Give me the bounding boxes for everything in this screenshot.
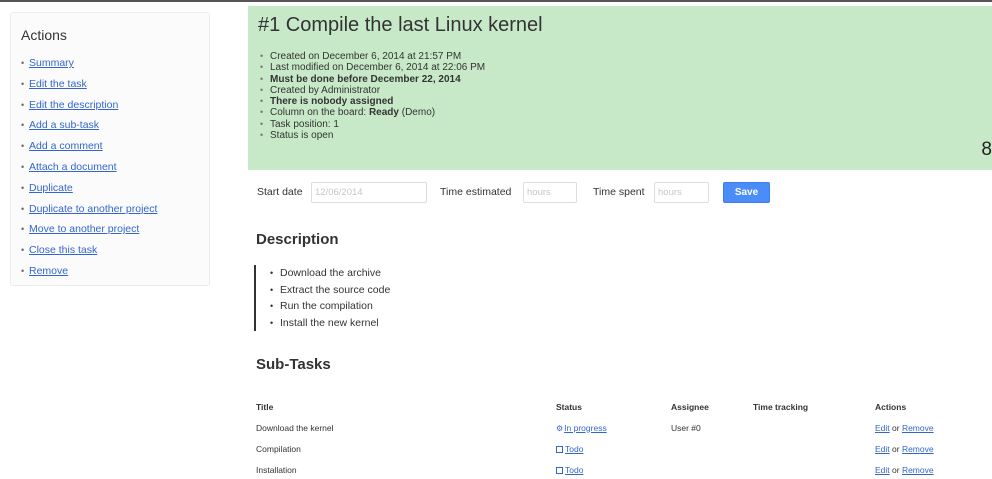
remove-task-link[interactable]: Remove [29, 265, 68, 277]
actions-sidebar: Actions Summary Edit the task Edit the d… [10, 12, 210, 286]
time-spent-input[interactable] [654, 182, 709, 203]
assignee-text: There is nobody assigned [270, 96, 394, 108]
column-suffix: (Demo) [398, 107, 436, 119]
sidebar-item-add-subtask: Add a sub-task [21, 115, 199, 136]
sidebar-item-edit-task: Edit the task [21, 74, 199, 95]
sidebar-item-duplicate: Duplicate [21, 178, 199, 199]
subtask-assignee: User #0 [671, 422, 701, 433]
time-estimated-label: Time estimated [440, 186, 512, 198]
description-item: Download the archive [270, 265, 554, 282]
truncated-number: 8 [981, 139, 992, 160]
col-header-actions: Actions [875, 401, 907, 412]
actions-separator: or [889, 443, 902, 454]
col-header-time-tracking: Time tracking [753, 401, 809, 412]
subtask-assignee [671, 459, 753, 479]
table-header-row: Title Status Assignee Time tracking Acti… [256, 396, 992, 417]
start-date-label: Start date [257, 186, 303, 198]
actions-separator: or [889, 464, 902, 475]
time-spent-label: Time spent [593, 186, 645, 198]
task-position: Task position: 1 [258, 119, 982, 131]
sidebar-item-close-task: Close this task [21, 240, 199, 261]
description-heading: Description [256, 231, 339, 248]
save-button[interactable]: Save [723, 182, 770, 203]
time-tracking-form: Start date Time estimated Time spent Sav… [257, 182, 797, 204]
table-row: Installation Todo Edit or Remove [256, 459, 992, 479]
modified-date: Last modified on December 6, 2014 at 22:… [258, 62, 982, 74]
subtask-edit-link[interactable]: Edit [875, 465, 890, 475]
subtask-status-link[interactable]: In progress [564, 423, 607, 433]
sidebar-item-duplicate-project: Duplicate to another project [21, 199, 199, 220]
square-icon [556, 466, 563, 474]
board-column: Column on the board: Ready (Demo) [258, 107, 982, 119]
subtask-time-tracking [753, 417, 875, 438]
assignee-info: There is nobody assigned [258, 96, 982, 108]
duplicate-link[interactable]: Duplicate [29, 182, 73, 194]
sidebar-title: Actions [21, 27, 67, 43]
subtask-status-cell: ⚙In progress [556, 417, 671, 438]
summary-link[interactable]: Summary [29, 57, 74, 69]
subtask-status-cell: Todo [556, 459, 671, 479]
task-summary-box: #1 Compile the last Linux kernel Created… [248, 6, 992, 170]
description-block: Download the archive Extract the source … [254, 265, 554, 331]
subtasks-heading: Sub-Tasks [256, 356, 331, 373]
subtask-actions-cell: Edit or Remove [875, 459, 992, 479]
description-item: Install the new kernel [270, 315, 554, 332]
close-task-link[interactable]: Close this task [29, 244, 97, 256]
duplicate-to-project-link[interactable]: Duplicate to another project [29, 203, 157, 215]
description-item: Run the compilation [270, 298, 554, 315]
task-details-list: Created on December 6, 2014 at 21:57 PM … [258, 51, 982, 142]
add-subtask-link[interactable]: Add a sub-task [29, 119, 99, 131]
task-title: #1 Compile the last Linux kernel [258, 14, 543, 36]
attach-document-link[interactable]: Attach a document [29, 161, 117, 173]
move-to-project-link[interactable]: Move to another project [29, 223, 139, 235]
subtask-title: Compilation [256, 443, 301, 454]
subtask-edit-link[interactable]: Edit [875, 423, 890, 433]
created-date: Created on December 6, 2014 at 21:57 PM [258, 51, 982, 63]
sidebar-item-attach-document: Attach a document [21, 157, 199, 178]
col-header-status: Status [556, 401, 582, 412]
col-header-assignee: Assignee [671, 401, 709, 412]
subtask-status-link[interactable]: Todo [565, 465, 583, 475]
subtask-status-cell: Todo [556, 438, 671, 459]
description-item: Extract the source code [270, 282, 554, 299]
subtask-remove-link[interactable]: Remove [902, 444, 934, 454]
task-status: Status is open [258, 130, 982, 142]
start-date-input[interactable] [311, 182, 427, 203]
subtask-title: Installation [256, 464, 297, 475]
subtask-actions-cell: Edit or Remove [875, 417, 992, 438]
col-header-title: Title [256, 401, 274, 412]
subtask-assignee [671, 438, 753, 459]
cogs-icon: ⚙ [556, 423, 564, 433]
sidebar-item-move-project: Move to another project [21, 219, 199, 240]
edit-description-link[interactable]: Edit the description [29, 99, 118, 111]
actions-separator: or [889, 422, 902, 433]
sidebar-item-add-comment: Add a comment [21, 136, 199, 157]
sidebar-item-remove: Remove [21, 261, 199, 282]
due-date: Must be done before December 22, 2014 [258, 73, 982, 86]
subtask-time-tracking [753, 438, 875, 459]
column-prefix: Column on the board: [270, 107, 369, 119]
subtasks-table: Title Status Assignee Time tracking Acti… [256, 396, 992, 479]
table-row: Compilation Todo Edit or Remove [256, 438, 992, 459]
top-border [0, 0, 992, 2]
add-comment-link[interactable]: Add a comment [29, 140, 103, 152]
edit-task-link[interactable]: Edit the task [29, 78, 87, 90]
square-icon [556, 445, 563, 453]
sidebar-actions-list: Summary Edit the task Edit the descripti… [21, 53, 199, 282]
subtask-actions-cell: Edit or Remove [875, 438, 992, 459]
time-estimated-input[interactable] [523, 182, 577, 203]
subtask-remove-link[interactable]: Remove [902, 423, 934, 433]
subtask-remove-link[interactable]: Remove [902, 465, 934, 475]
table-row: Download the kernel ⚙In progress User #0… [256, 417, 992, 438]
sidebar-item-summary: Summary [21, 53, 199, 74]
due-date-text: Must be done before December 22, 2014 [270, 73, 461, 85]
subtask-time-tracking [753, 459, 875, 479]
subtask-status-link[interactable]: Todo [565, 444, 583, 454]
subtask-title: Download the kernel [256, 422, 334, 433]
creator: Created by Administrator [258, 85, 982, 97]
column-name: Ready [368, 107, 399, 119]
sidebar-item-edit-description: Edit the description [21, 95, 199, 116]
description-list: Download the archive Extract the source … [270, 265, 554, 331]
subtask-edit-link[interactable]: Edit [875, 444, 890, 454]
